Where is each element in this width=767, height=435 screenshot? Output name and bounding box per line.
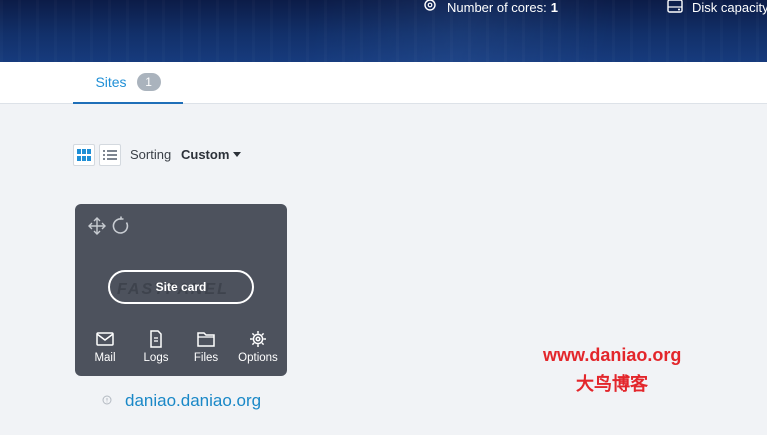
disk-stat: Disk capacity <box>666 0 767 15</box>
tab-sites-count-badge: 1 <box>136 73 161 91</box>
files-label: Files <box>193 352 219 364</box>
tab-sites-label: Sites <box>95 74 127 90</box>
cores-value: 1 <box>550 0 558 15</box>
sorting-label: Sorting <box>130 147 172 162</box>
logs-button[interactable]: Logs <box>130 330 182 370</box>
tab-sites[interactable]: Sites 1 <box>73 62 183 104</box>
logs-label: Logs <box>143 352 169 364</box>
options-label: Options <box>238 352 278 364</box>
sorting-value: Custom <box>181 147 230 162</box>
header-banner: Number of cores: 1 Disk capacity <box>0 0 767 62</box>
cores-label: Number of cores: <box>447 0 547 15</box>
watermark-text: 大鸟博客 <box>576 374 648 395</box>
site-domain-link[interactable]: daniao.daniao.org <box>125 391 261 411</box>
grid-view-button[interactable] <box>73 144 95 166</box>
folder-icon <box>197 332 215 347</box>
cores-stat: Number of cores: 1 <box>421 0 558 15</box>
disk-label: Disk capacity <box>692 0 767 15</box>
site-card: FASTPANEL Site card Mail Logs Files Opti… <box>75 204 287 376</box>
caret-down-icon <box>233 152 242 157</box>
files-button[interactable]: Files <box>180 330 232 370</box>
options-button[interactable]: Options <box>232 330 284 370</box>
sorting-dropdown[interactable]: Custom <box>181 147 242 162</box>
list-view-button[interactable] <box>99 144 121 166</box>
list-icon <box>103 150 117 160</box>
mail-button[interactable]: Mail <box>79 330 131 370</box>
grid-icon <box>77 149 91 161</box>
gear-icon <box>250 331 266 347</box>
cpu-icon <box>424 0 436 11</box>
mail-label: Mail <box>94 352 116 364</box>
site-status-icon <box>102 395 112 405</box>
disk-icon <box>667 0 683 13</box>
banner-background <box>0 0 767 62</box>
watermark-url: www.daniao.org <box>543 345 682 365</box>
document-icon <box>150 330 162 348</box>
site-card-button[interactable]: Site card <box>108 270 254 304</box>
move-icon[interactable] <box>87 216 107 236</box>
refresh-icon[interactable] <box>111 216 131 236</box>
tabs-bar: Sites 1 <box>0 62 767 104</box>
envelope-icon <box>96 332 114 346</box>
